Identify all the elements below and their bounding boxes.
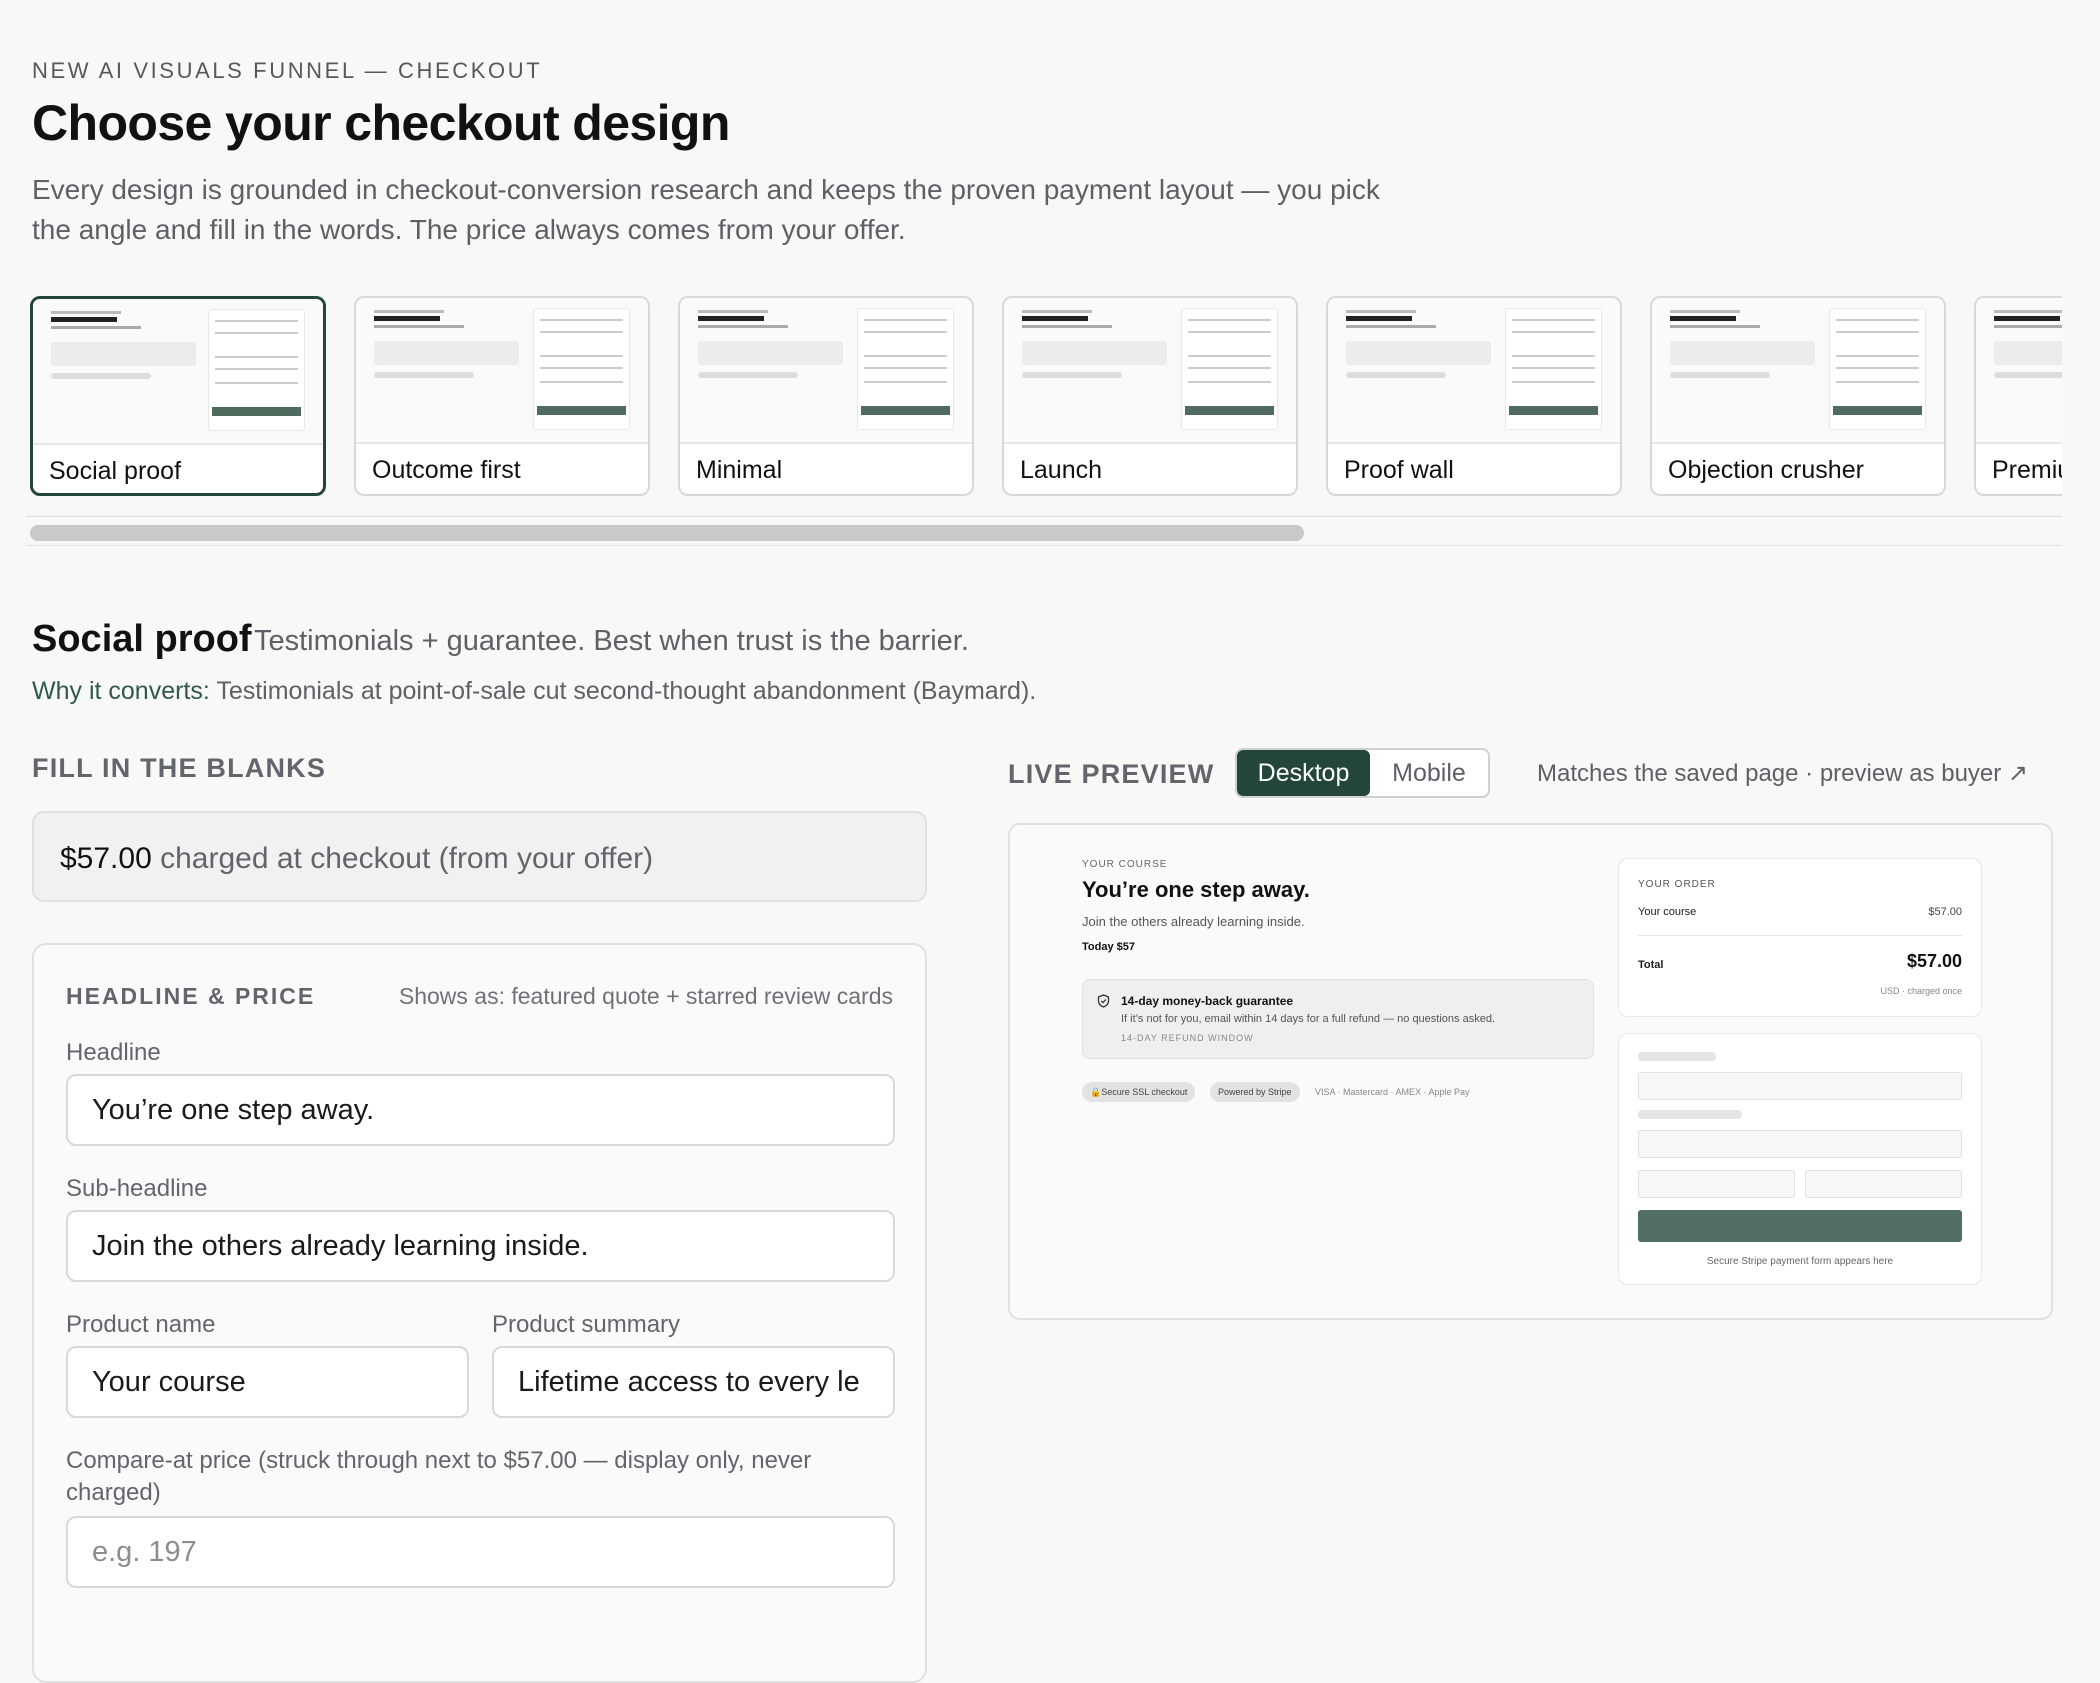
design-thumbnail: [1976, 298, 2062, 444]
guarantee-text: If it’s not for you, email within 14 day…: [1121, 1013, 1495, 1025]
design-card-label: Proof wall: [1344, 456, 1454, 484]
design-card-label: Objection crusher: [1668, 456, 1864, 484]
payment-caption: Secure Stripe payment form appears here: [1706, 1256, 1894, 1267]
card-note: Shows as: featured quote + starred revie…: [398, 983, 893, 1009]
design-thumbnail: [680, 298, 972, 444]
design-card-label: Premium: [1992, 456, 2062, 484]
divider: [26, 545, 2062, 546]
guarantee-title: 14-day money-back guarantee: [1121, 994, 1294, 1008]
guarantee-box: 14-day money-back guarantee If it’s not …: [1082, 979, 1594, 1059]
headline-price-card: HEADLINE & PRICE Shows as: featured quot…: [32, 943, 927, 1683]
shield-check-icon: [1097, 994, 1110, 1011]
pay-button-placeholder: [1638, 1210, 1962, 1242]
design-thumbnail: [356, 298, 648, 444]
design-card-launch[interactable]: Launch: [1002, 296, 1298, 496]
stripe-badge: Powered by Stripe: [1210, 1082, 1300, 1102]
product-summary-input[interactable]: [492, 1346, 895, 1418]
design-thumbnail: [1328, 298, 1620, 444]
field-placeholder: [1638, 1130, 1962, 1158]
section-subtitle: Testimonials + guarantee. Best when trus…: [254, 625, 969, 657]
product-summary-label: Product summary: [492, 1311, 681, 1338]
order-item-price: $57.00: [1928, 906, 1962, 918]
preview-as-buyer-link[interactable]: Matches the saved page · preview as buye…: [1537, 759, 2028, 788]
payment-form-placeholder: Secure Stripe payment form appears here: [1618, 1033, 1982, 1285]
why-label: Why it converts:: [32, 677, 210, 705]
total-note: USD · charged once: [1880, 986, 1962, 996]
subheadline-input[interactable]: [66, 1210, 895, 1282]
page-title: Choose your checkout design: [32, 95, 730, 151]
guarantee-window: 14-DAY REFUND WINDOW: [1121, 1033, 1254, 1043]
order-item-name: Your course: [1638, 906, 1697, 918]
total-label: Total: [1638, 959, 1664, 971]
ssl-badge: 🔒Secure SSL checkout: [1082, 1082, 1196, 1102]
total-price: $57.00: [1906, 951, 1962, 971]
headline-input[interactable]: [66, 1074, 895, 1146]
design-thumbnail: [1004, 298, 1296, 444]
page-description: Every design is grounded in checkout-con…: [32, 174, 1380, 245]
design-card-objection-crusher[interactable]: Objection crusher: [1650, 296, 1946, 496]
product-name-input[interactable]: [66, 1346, 469, 1418]
price-info-box: $57.00 charged at checkout (from your of…: [32, 811, 927, 902]
design-card-minimal[interactable]: Minimal: [678, 296, 974, 496]
compare-price-label: Compare-at price (struck through next to…: [66, 1447, 812, 1506]
design-carousel: Social proof Outcome first Minimal Launc…: [30, 296, 2062, 502]
price-suffix: charged at checkout (from your offer): [160, 842, 654, 875]
order-summary: YOUR ORDER Your course $57.00 Total $57.…: [1618, 858, 1982, 1017]
field-placeholder: [1638, 1072, 1962, 1100]
card-heading: HEADLINE & PRICE: [66, 983, 316, 1009]
design-thumbnail: [1652, 298, 1944, 444]
fill-in-heading: FILL IN THE BLANKS: [32, 753, 327, 783]
why-text: Testimonials at point-of-sale cut second…: [216, 677, 1037, 705]
design-card-premium[interactable]: Premium: [1974, 296, 2062, 496]
design-card-label: Social proof: [49, 457, 182, 485]
design-card-proof-wall[interactable]: Proof wall: [1326, 296, 1622, 496]
live-preview-heading: LIVE PREVIEW: [1008, 759, 1215, 789]
price-value: $57.00: [60, 842, 152, 875]
design-card-outcome-first[interactable]: Outcome first: [354, 296, 650, 496]
design-card-label: Minimal: [696, 456, 783, 484]
divider: [1638, 935, 1962, 936]
carousel-scrollbar[interactable]: [30, 525, 1304, 541]
field-label-placeholder: [1638, 1110, 1742, 1119]
product-name-label: Product name: [66, 1311, 216, 1338]
field-placeholder: [1638, 1170, 1795, 1198]
order-heading: YOUR ORDER: [1638, 879, 1716, 890]
design-thumbnail: [33, 299, 323, 445]
accepted-cards: VISA · Mastercard · AMEX · Apple Pay: [1315, 1087, 1470, 1097]
page-eyebrow: NEW AI VISUALS FUNNEL — CHECKOUT: [32, 58, 543, 83]
preview-eyebrow: YOUR COURSE: [1082, 859, 1168, 870]
design-card-social-proof[interactable]: Social proof: [30, 296, 326, 496]
desktop-toggle-button[interactable]: Desktop: [1237, 750, 1370, 796]
preview-today-price: Today $57: [1082, 941, 1135, 953]
preview-headline: You’re one step away.: [1082, 877, 1310, 902]
divider: [26, 516, 2062, 517]
subheadline-label: Sub-headline: [66, 1175, 208, 1202]
compare-price-input[interactable]: [66, 1516, 895, 1588]
field-label-placeholder: [1638, 1052, 1716, 1061]
why-it-converts: Why it converts: Testimonials at point-o…: [32, 677, 1036, 706]
section-title: Social proof: [32, 618, 252, 660]
mobile-toggle-button[interactable]: Mobile: [1370, 750, 1488, 796]
field-placeholder: [1805, 1170, 1962, 1198]
headline-label: Headline: [66, 1039, 161, 1066]
device-toggle: Desktop Mobile: [1235, 748, 1490, 798]
design-card-label: Outcome first: [372, 456, 521, 484]
preview-subheadline: Join the others already learning inside.: [1082, 914, 1305, 929]
design-card-label: Launch: [1020, 456, 1103, 484]
checkout-preview: YOUR COURSE You’re one step away. Join t…: [1008, 823, 2053, 1320]
